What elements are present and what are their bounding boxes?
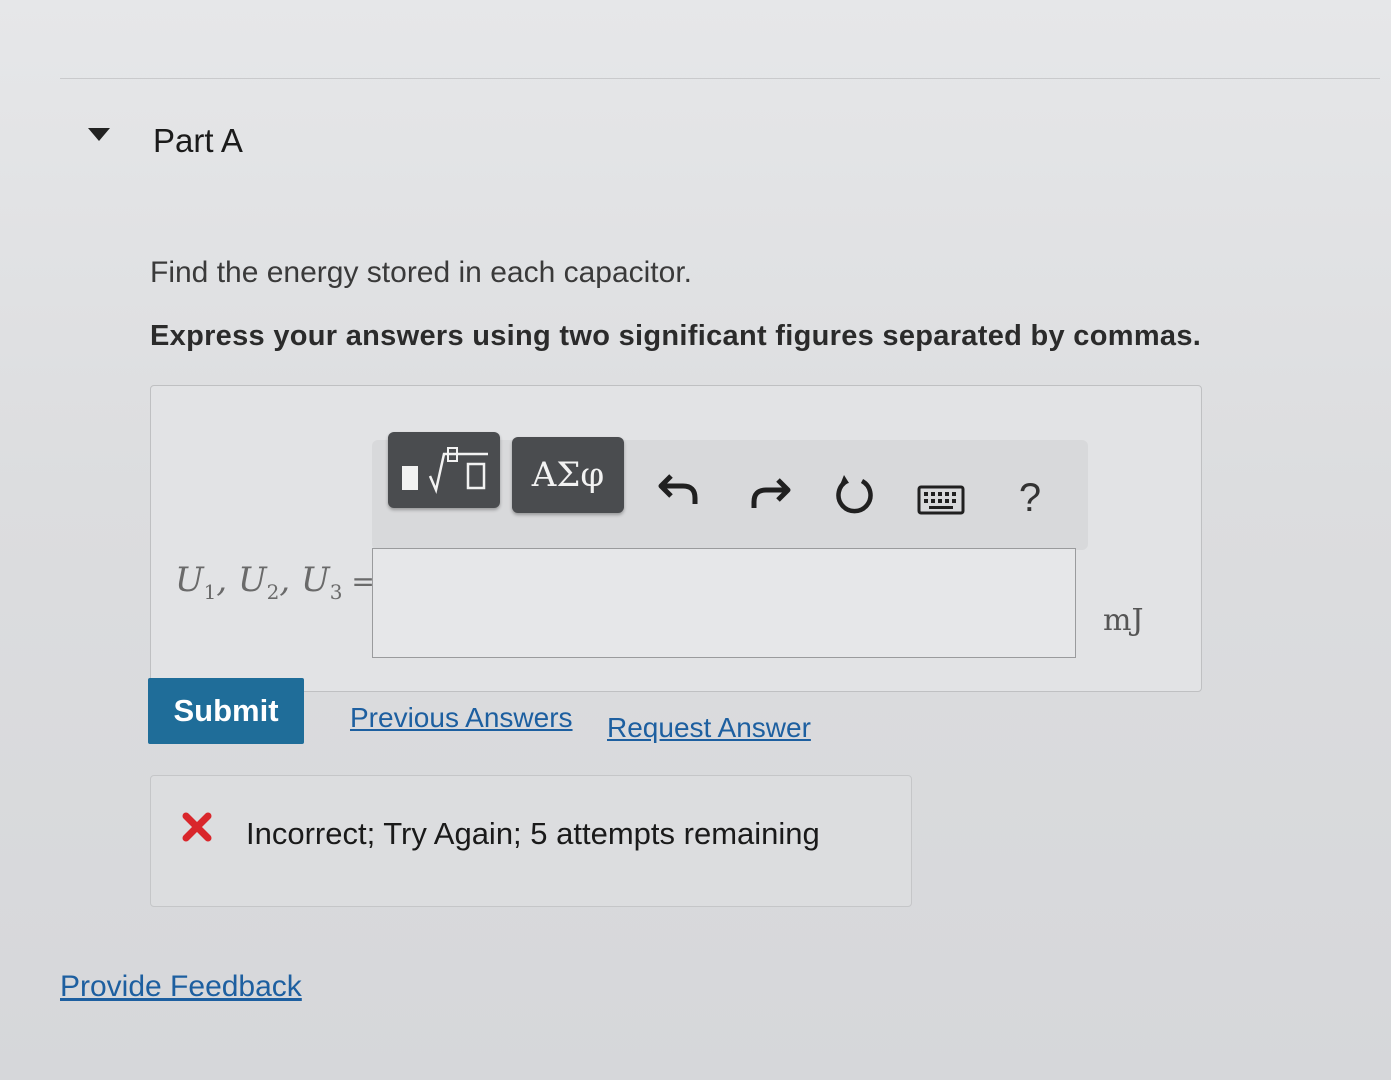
undo-button[interactable] <box>655 464 703 512</box>
assignment-page: Part A Find the energy stored in each ca… <box>0 0 1391 1080</box>
keyboard-button[interactable] <box>916 482 966 518</box>
reset-icon <box>836 475 873 514</box>
request-answer-link[interactable]: Request Answer <box>607 712 811 744</box>
help-icon: ? <box>1018 475 1042 520</box>
reset-button[interactable] <box>830 470 880 520</box>
keyboard-icon <box>917 485 965 515</box>
previous-answers-link[interactable]: Previous Answers <box>350 702 573 734</box>
undo-icon <box>658 474 698 504</box>
answer-instructions: Express your answers using two significa… <box>150 320 1202 352</box>
answer-variable-label: U1, U2, U3 = <box>175 560 375 604</box>
x-icon <box>182 812 212 842</box>
answer-input[interactable] <box>372 548 1076 658</box>
part-title: Part A <box>153 122 243 159</box>
help-button[interactable]: ? <box>1010 472 1050 524</box>
templates-button[interactable] <box>388 432 500 508</box>
collapse-caret-icon[interactable] <box>88 128 110 141</box>
submit-button[interactable]: Submit <box>148 678 304 744</box>
greek-symbols-label: ΑΣφ <box>531 455 605 495</box>
answer-unit: mJ <box>1103 603 1144 638</box>
section-divider <box>60 78 1380 79</box>
redo-button[interactable] <box>746 468 794 516</box>
greek-symbols-button[interactable]: ΑΣφ <box>512 437 624 513</box>
redo-icon <box>751 478 791 508</box>
question-prompt: Find the energy stored in each capacitor… <box>150 256 692 289</box>
provide-feedback-link[interactable]: Provide Feedback <box>60 970 302 1004</box>
feedback-message: Incorrect; Try Again; 5 attempts remaini… <box>246 816 820 851</box>
templates-sqrt-icon <box>402 447 488 495</box>
